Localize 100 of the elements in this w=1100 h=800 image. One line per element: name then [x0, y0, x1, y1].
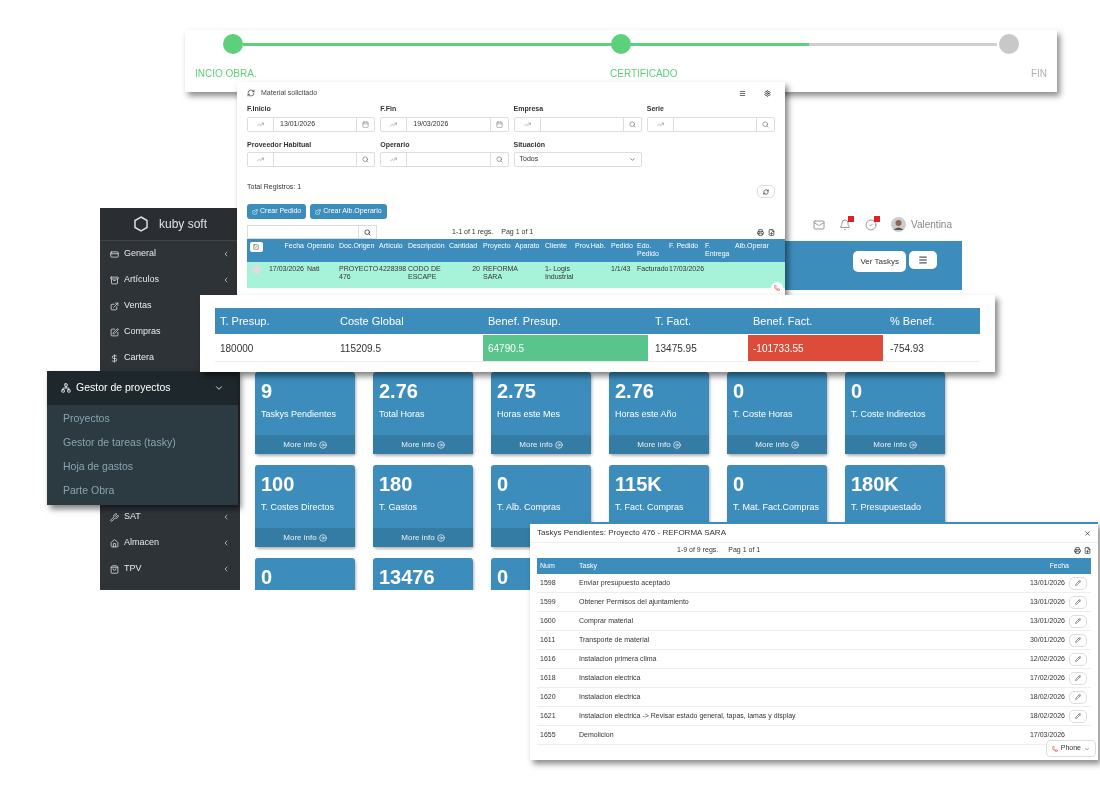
- chart-icon: [257, 156, 264, 163]
- calendar-icon: [362, 120, 370, 128]
- row-radio[interactable]: [251, 265, 261, 274]
- chevron-down-icon: [628, 156, 636, 163]
- edit-button[interactable]: [1069, 709, 1087, 723]
- submenu-item[interactable]: Gestor de tareas (tasky): [47, 431, 238, 455]
- stat-label: T. Presupuestado: [851, 501, 922, 514]
- stat-label: T. Costes Directos: [261, 501, 335, 514]
- stat-label: Horas este Año: [615, 408, 677, 421]
- step-label: INCIO OBRA.: [195, 67, 257, 81]
- menu-icon[interactable]: [739, 89, 746, 97]
- pencil-icon: [1075, 713, 1081, 719]
- edit-button[interactable]: [1069, 671, 1087, 685]
- column-header: T. Presup.: [219, 313, 271, 329]
- stat-value: 9: [261, 379, 273, 404]
- bulk-select-button[interactable]: [249, 242, 263, 252]
- external-link-icon: [315, 208, 322, 215]
- submenu-item[interactable]: Hoja de gastos: [47, 455, 238, 479]
- sidebar-item[interactable]: Cartera: [100, 345, 198, 371]
- caret-icon: [1084, 745, 1090, 752]
- more-info-link[interactable]: More info: [637, 438, 671, 451]
- stat-label: T. Mat. Fact.Compras: [733, 501, 820, 514]
- sidebar-item[interactable]: TPV: [100, 556, 240, 582]
- ver-taskys-button[interactable]: Ver Taskys: [853, 251, 906, 272]
- pencil-icon: [1075, 637, 1081, 643]
- check-icon[interactable]: [865, 218, 878, 231]
- edit-button[interactable]: [1069, 614, 1087, 628]
- phone-icon: [774, 285, 780, 291]
- stat-value: 115K: [615, 472, 662, 497]
- phone-icon: [1051, 745, 1058, 752]
- arrow-right-icon: [790, 440, 799, 449]
- more-info-link[interactable]: More info: [283, 531, 317, 544]
- refresh-icon[interactable]: [247, 89, 255, 97]
- external-link-icon: [252, 208, 258, 215]
- chart-icon: [257, 120, 264, 128]
- chart-icon: [390, 120, 398, 128]
- more-info-link[interactable]: More info: [401, 531, 435, 544]
- edit-button[interactable]: [1069, 690, 1087, 704]
- lookup-field[interactable]: [513, 116, 642, 132]
- lookup-field[interactable]: [646, 116, 775, 132]
- stat-label: T. Coste Indirectos: [851, 408, 926, 421]
- lookup-field[interactable]: [247, 152, 376, 167]
- sitemap-icon: [61, 383, 71, 393]
- more-info-link[interactable]: More info: [873, 438, 907, 451]
- sidebar-item[interactable]: General: [100, 241, 240, 267]
- arrow-right-icon: [436, 533, 445, 542]
- step-label: FIN: [1030, 67, 1047, 81]
- sidebar-item[interactable]: Ventas: [100, 293, 198, 319]
- more-info-link[interactable]: More info: [401, 438, 435, 451]
- chevron-left-icon: [222, 276, 230, 284]
- export-icon[interactable]: [1084, 547, 1091, 554]
- menu-icon: [918, 255, 928, 265]
- pencil-icon: [1075, 618, 1081, 624]
- submenu-item[interactable]: Proyectos: [47, 407, 238, 431]
- dollar-icon: [110, 353, 119, 363]
- export-icon[interactable]: [768, 228, 775, 236]
- archive-icon: [110, 275, 119, 285]
- settings-icon[interactable]: [764, 89, 771, 97]
- arrow-right-icon: [672, 440, 681, 449]
- edit-button[interactable]: [1069, 576, 1087, 590]
- submenu-item[interactable]: Parte Obra: [47, 479, 238, 503]
- stat-value: 100: [261, 472, 295, 497]
- column-header: T. Fact.: [654, 313, 693, 329]
- pencil-icon: [1075, 580, 1081, 586]
- close-icon[interactable]: [1084, 529, 1091, 537]
- sidebar-item[interactable]: Almacen: [100, 530, 240, 556]
- pencil-icon: [1075, 675, 1081, 681]
- menu-header[interactable]: Gestor de proyectos: [47, 371, 238, 405]
- refresh-button[interactable]: [757, 185, 775, 198]
- bag-icon: [110, 564, 119, 574]
- stat-value: 180: [379, 472, 413, 497]
- stat-value: 2.76: [615, 379, 654, 404]
- column-header: Coste Global: [339, 313, 405, 329]
- chart-icon: [523, 120, 531, 128]
- sidebar-item[interactable]: Compras: [100, 319, 198, 345]
- arrow-right-icon: [436, 440, 445, 449]
- chevron-left-icon: [222, 539, 230, 547]
- menu-button[interactable]: [909, 251, 937, 269]
- column-header: Benef. Presup.: [487, 313, 562, 329]
- edit-button[interactable]: [1069, 652, 1087, 666]
- edit-button[interactable]: [1069, 595, 1087, 609]
- edit-button[interactable]: [1069, 633, 1087, 647]
- more-info-link[interactable]: More info: [755, 438, 789, 451]
- edit-icon: [110, 327, 119, 337]
- bell-icon[interactable]: [839, 218, 852, 231]
- lookup-field[interactable]: [380, 152, 509, 167]
- print-icon[interactable]: [757, 228, 764, 236]
- wrench-icon: [110, 512, 119, 522]
- sidebar-item[interactable]: SAT: [100, 504, 240, 530]
- more-info-link[interactable]: More info: [283, 438, 317, 451]
- stat-value: 0: [497, 472, 509, 497]
- external-link-icon: [110, 301, 119, 311]
- print-icon[interactable]: [1074, 547, 1081, 554]
- sidebar-item[interactable]: Artículos: [100, 267, 240, 293]
- checkbox-icon: [253, 244, 259, 250]
- more-info-link[interactable]: More info: [519, 438, 553, 451]
- mail-icon[interactable]: [813, 218, 826, 231]
- home-icon: [110, 538, 119, 548]
- stat-label: T. Gastos: [379, 501, 417, 514]
- stat-label: Total Horas: [379, 408, 425, 421]
